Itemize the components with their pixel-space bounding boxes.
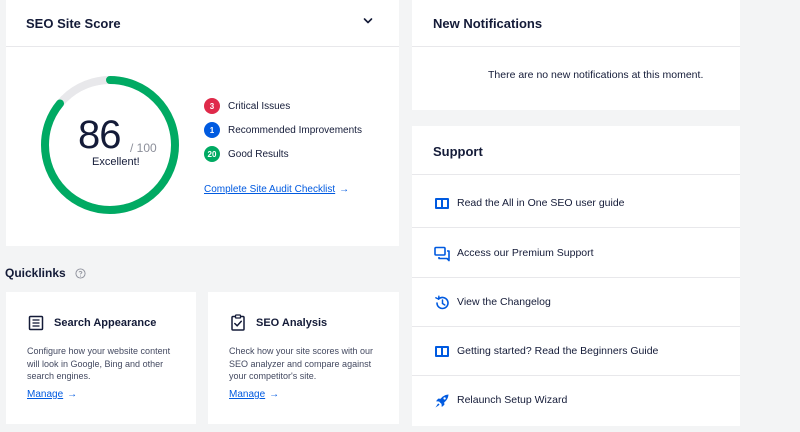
support-header: Support	[412, 126, 740, 175]
question-icon[interactable]	[75, 267, 86, 279]
support-item-label: Access our Premium Support	[457, 247, 594, 259]
search-appearance-description: Configure how your website content will …	[27, 346, 171, 381]
notifications-card: New Notifications There are no new notif…	[412, 0, 740, 110]
support-item-user-guide[interactable]: Read the All in One SEO user guide	[412, 179, 740, 228]
score-value: 86	[78, 113, 121, 157]
support-item-label: Getting started? Read the Beginners Guid…	[457, 345, 659, 357]
critical-issues-count: 3	[204, 98, 220, 114]
good-results-count: 20	[204, 146, 220, 162]
seo-score-header[interactable]: SEO Site Score	[6, 0, 399, 47]
support-title: Support	[433, 144, 483, 159]
quicklink-seo-analysis[interactable]: SEO Analysis Check how your site scores …	[208, 292, 399, 424]
audit-checklist-link[interactable]: Complete Site Audit Checklist	[204, 184, 335, 195]
arrow-right-icon: →	[339, 184, 350, 195]
stat-good-results[interactable]: 20 Good Results	[204, 146, 289, 162]
quicklink-search-appearance[interactable]: Search Appearance Configure how your web…	[6, 292, 196, 424]
score-rating: Excellent!	[92, 156, 140, 168]
recommended-improvements-count: 1	[204, 122, 220, 138]
audit-checklist-row: Complete Site Audit Checklist →	[204, 184, 349, 195]
search-appearance-title: Search Appearance	[54, 317, 157, 329]
support-item-setup-wizard[interactable]: Relaunch Setup Wizard	[412, 376, 740, 425]
book-icon	[435, 198, 449, 209]
clipboard-check-icon	[231, 314, 245, 331]
support-item-label: View the Changelog	[457, 296, 551, 308]
notifications-header: New Notifications	[412, 0, 740, 47]
search-appearance-manage-link[interactable]: Manage	[27, 389, 63, 400]
list-icon	[28, 315, 44, 331]
seo-analysis-description: Check how your site scores with our SEO …	[229, 346, 374, 381]
support-card: Support Read the All in One SEO user gui…	[412, 126, 740, 426]
support-item-beginners-guide[interactable]: Getting started? Read the Beginners Guid…	[412, 327, 740, 376]
chat-icon	[434, 246, 450, 262]
support-item-label: Read the All in One SEO user guide	[457, 197, 625, 209]
notifications-empty-message: There are no new notifications at this m…	[488, 69, 704, 81]
seo-score-card: SEO Site Score 86 / 100 Excellent! 3 Cri…	[6, 0, 399, 246]
seo-analysis-title: SEO Analysis	[256, 317, 328, 329]
search-appearance-manage-row: Manage →	[27, 389, 77, 400]
stat-critical-issues[interactable]: 3 Critical Issues	[204, 98, 290, 114]
seo-analysis-manage-link[interactable]: Manage	[229, 389, 265, 400]
support-item-changelog[interactable]: View the Changelog	[412, 278, 740, 327]
good-results-label: Good Results	[228, 148, 289, 160]
book-icon	[435, 346, 449, 357]
score-total: / 100	[130, 141, 157, 155]
seo-score-title: SEO Site Score	[26, 16, 121, 31]
chevron-down-icon[interactable]	[363, 16, 373, 26]
rocket-icon	[435, 394, 449, 408]
stat-recommended-improvements[interactable]: 1 Recommended Improvements	[204, 122, 362, 138]
quicklinks-title: Quicklinks	[5, 266, 66, 280]
history-icon	[435, 295, 449, 310]
arrow-right-icon: →	[67, 389, 78, 400]
support-item-label: Relaunch Setup Wizard	[457, 394, 568, 406]
quicklinks-heading: Quicklinks	[5, 266, 86, 280]
notifications-title: New Notifications	[433, 16, 543, 31]
recommended-improvements-label: Recommended Improvements	[228, 124, 362, 136]
seo-analysis-manage-row: Manage →	[229, 389, 279, 400]
support-item-premium-support[interactable]: Access our Premium Support	[412, 229, 740, 278]
critical-issues-label: Critical Issues	[228, 100, 291, 112]
arrow-right-icon: →	[269, 389, 280, 400]
